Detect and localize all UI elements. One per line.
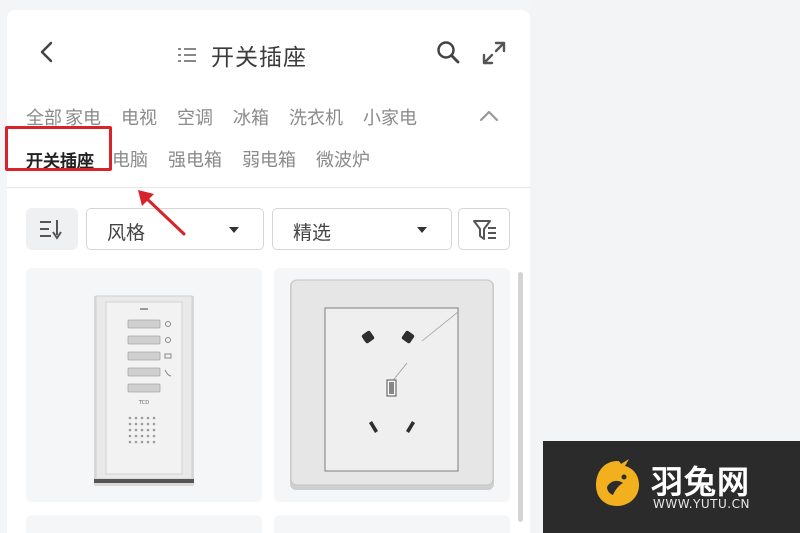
sort-icon [40,220,62,240]
divider [7,187,530,188]
product-card[interactable] [274,515,510,533]
product-brand-text: TCD [138,400,149,406]
scrollbar[interactable] [518,272,523,522]
intercom-panel-image: TCD [94,295,194,486]
category-fridge[interactable]: 冰箱 [233,104,269,130]
category-computer[interactable]: 电脑 [112,146,148,172]
category-strong-box[interactable]: 强电箱 [168,146,222,172]
title-group: 开关插座 [177,38,307,72]
category-weak-box[interactable]: 弱电箱 [242,146,296,172]
material-panel: 开关插座 全部 家电 电视 空调 冰箱 洗衣机 小家电 开关插座 电脑 强电箱 … [7,10,530,533]
watermark-url: WWW.YUTU.CN [653,497,750,511]
featured-dropdown[interactable]: 精选 [272,208,452,250]
chevron-up-icon[interactable] [478,108,500,124]
panel-header: 开关插座 [7,10,530,96]
list-icon[interactable] [177,45,197,65]
category-tv[interactable]: 电视 [121,104,157,130]
socket-image [290,279,494,490]
product-card[interactable] [26,515,262,533]
product-card-socket[interactable] [274,268,510,502]
annotation-arrow-icon [138,190,186,236]
yutu-logo-icon [596,459,639,506]
caret-down-icon [417,227,427,233]
filter-button[interactable] [458,208,510,250]
category-ac[interactable]: 空调 [177,104,213,130]
featured-dropdown-label: 精选 [293,222,332,244]
search-icon[interactable] [435,39,461,65]
back-arrow-icon[interactable] [36,40,58,64]
category-microwave[interactable]: 微波炉 [316,146,370,172]
expand-icon[interactable] [481,40,507,66]
highlight-annotation-box [5,126,112,171]
category-small-appliance[interactable]: 小家电 [363,104,417,130]
caret-down-icon [229,227,239,233]
page-title: 开关插座 [211,45,307,71]
product-card-intercom[interactable]: TCD [26,268,262,502]
sort-button[interactable] [26,208,78,250]
filter-icon [473,220,496,240]
watermark: 羽兔网 WWW.YUTU.CN [543,441,800,533]
category-washer[interactable]: 洗衣机 [289,104,343,130]
